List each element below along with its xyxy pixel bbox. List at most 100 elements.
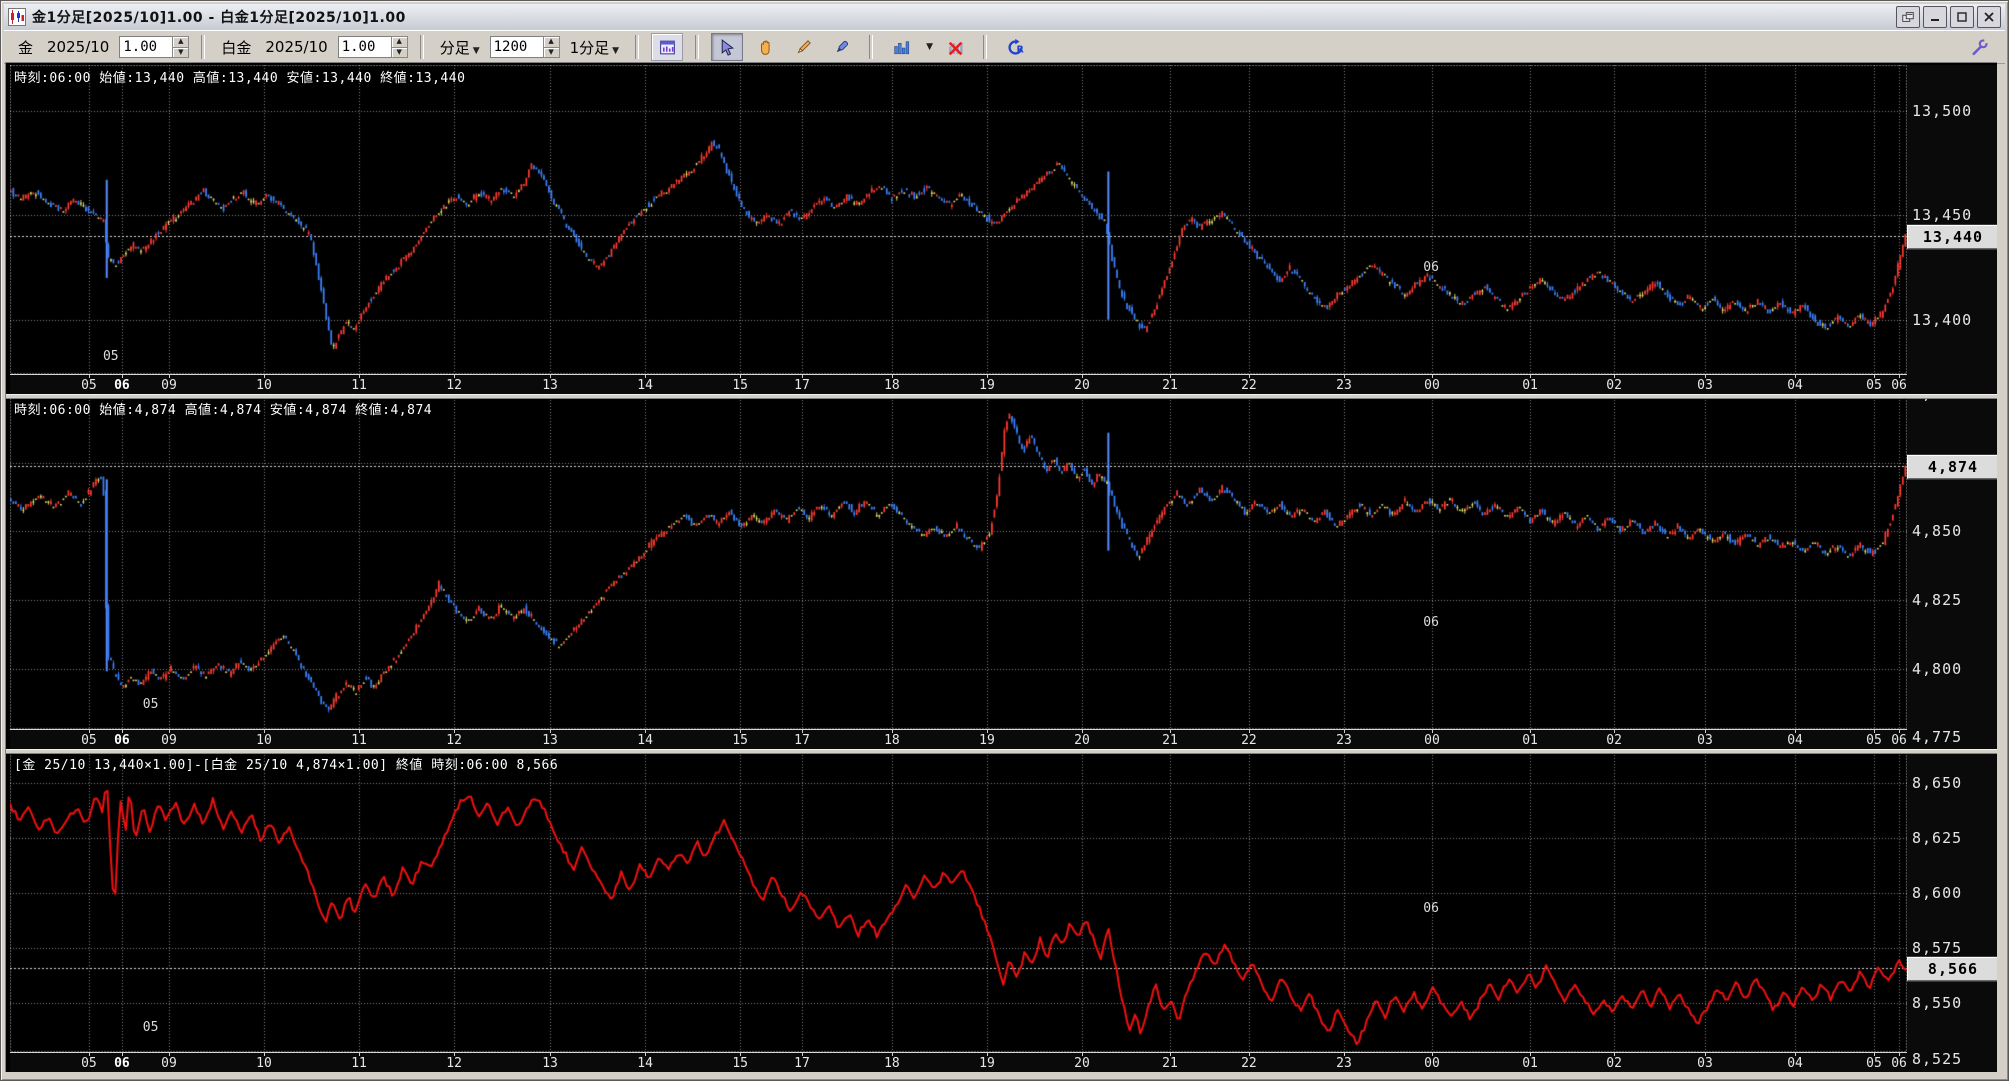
brush-tool-button[interactable]	[825, 33, 857, 61]
time-axis-label: 01	[1522, 1056, 1538, 1071]
hand-icon	[760, 39, 770, 55]
chart-area: 時刻:06:00 始値:13,440 高値:13,440 安値:13,440 終…	[5, 62, 1997, 1072]
close-button[interactable]	[1977, 6, 2001, 28]
time-axis-label: 22	[1241, 1056, 1257, 1071]
price-axis-label: 4,825	[1912, 591, 1963, 610]
time-axis-label: 04	[1787, 1056, 1803, 1071]
pencil-icon	[797, 39, 811, 53]
time-axis-label: 09	[161, 378, 177, 393]
time-axis-label: 19	[979, 1056, 995, 1071]
time-axis-label: 11	[351, 733, 367, 748]
time-axis-label: 10	[256, 1056, 272, 1071]
time-axis-label: 02	[1606, 733, 1622, 748]
gold-multiplier-spinner[interactable]: ▲ ▼	[119, 36, 190, 58]
gold-multiplier-input[interactable]	[119, 36, 173, 58]
bar-count-up[interactable]: ▲	[542, 36, 560, 47]
time-axis-label: 06	[1891, 733, 1907, 748]
gold-multiplier-up[interactable]: ▲	[172, 36, 190, 47]
app-candlestick-icon	[8, 8, 26, 26]
price-axis-label: 8,525	[1912, 1049, 1963, 1068]
reload-button[interactable]: R	[999, 33, 1031, 61]
time-axis-label: 04	[1787, 378, 1803, 393]
separator	[983, 35, 988, 59]
minimize-button[interactable]	[1923, 6, 1947, 28]
platinum-multiplier-down[interactable]: ▼	[390, 46, 408, 58]
separator	[635, 35, 640, 59]
gold-last-price-badge: 13,440	[1907, 225, 1997, 250]
app-window: 金1分足[2025/10]1.00 - 白金1分足[2025/10]1.00 金…	[0, 0, 2009, 1081]
platinum-panel: 時刻:06:00 始値:4,874 高値:4,874 安値:4,874 終値:4…	[6, 397, 1997, 750]
bar-type-dropdown[interactable]: 分足 ▼	[440, 37, 480, 58]
platinum-price-axis: 4,874 4,9004,8754,8504,8254,8004,775	[1907, 397, 1997, 749]
time-axis-label: 09	[161, 1056, 177, 1071]
gold-chart-canvas[interactable]	[10, 65, 1907, 374]
panel-splitter[interactable]	[6, 749, 1997, 754]
spread-panel: [金 25/10 13,440×1.00]-[白金 25/10 4,874×1.…	[6, 752, 1997, 1072]
time-axis-label: 15	[732, 1056, 748, 1071]
time-axis-label: 21	[1162, 733, 1178, 748]
cursor-icon	[721, 38, 734, 56]
bar-count-spinner[interactable]: ▲ ▼	[489, 36, 560, 58]
platinum-chart-canvas[interactable]	[10, 397, 1907, 729]
time-axis-label: 17	[794, 733, 810, 748]
time-axis-label: 18	[884, 1056, 900, 1071]
indicator-dropdown-arrow[interactable]: ▼	[926, 42, 933, 52]
settings-wrench-button[interactable]	[1963, 33, 1995, 61]
time-axis-label: 13	[542, 1056, 558, 1071]
spread-chart-canvas[interactable]	[10, 752, 1907, 1052]
platinum-last-price-badge: 4,874	[1907, 454, 1997, 479]
time-axis-label: 23	[1336, 378, 1352, 393]
bar-count-input[interactable]	[489, 36, 543, 58]
close-icon	[1984, 12, 1994, 22]
indicator-chart-button[interactable]	[885, 33, 917, 61]
platinum-multiplier-spinner[interactable]: ▲ ▼	[337, 36, 408, 58]
time-axis-label: 04	[1787, 733, 1803, 748]
price-axis-label: 4,850	[1912, 522, 1963, 541]
time-axis-label: 00	[1424, 1056, 1440, 1071]
select-tool-button[interactable]	[711, 33, 744, 61]
panel-splitter[interactable]	[6, 394, 1997, 399]
time-axis-label: 18	[884, 378, 900, 393]
gold-multiplier-down[interactable]: ▼	[172, 46, 190, 58]
separator	[419, 35, 424, 59]
price-axis-label: 13,400	[1912, 310, 1973, 329]
time-axis-label: 06	[1891, 378, 1907, 393]
pencil-tool-button[interactable]	[787, 33, 819, 61]
gold-contract-month: 2025/10	[47, 38, 110, 56]
price-axis-label: 8,625	[1912, 829, 1963, 848]
time-axis-label: 20	[1074, 1056, 1090, 1071]
pan-tool-button[interactable]	[749, 33, 781, 61]
time-axis-label: 05	[81, 378, 97, 393]
window-layers-button[interactable]	[1896, 6, 1920, 28]
platinum-contract-month: 2025/10	[265, 38, 328, 56]
platinum-multiplier-input[interactable]	[337, 36, 391, 58]
svg-text:R: R	[1016, 44, 1024, 55]
day-marker-label: 06	[1423, 615, 1439, 630]
brush-icon	[836, 40, 848, 52]
gold-symbol-label: 金	[18, 38, 34, 57]
separator	[695, 35, 700, 59]
time-axis-label: 21	[1162, 378, 1178, 393]
title-bar[interactable]: 金1分足[2025/10]1.00 - 白金1分足[2025/10]1.00	[4, 4, 2005, 31]
chart-setup-button[interactable]	[651, 33, 684, 61]
price-axis-label: 4,775	[1912, 728, 1963, 747]
platinum-ohlc-readout: 時刻:06:00 始値:4,874 高値:4,874 安値:4,874 終値:4…	[14, 403, 433, 418]
time-axis-label: 05	[1866, 378, 1882, 393]
price-axis-label: 13,500	[1912, 101, 1973, 120]
time-axis-label: 20	[1074, 378, 1090, 393]
time-axis-label: 10	[256, 733, 272, 748]
maximize-button[interactable]	[1950, 6, 1974, 28]
time-axis-label: 02	[1606, 378, 1622, 393]
interval-dropdown[interactable]: 1分足 ▼	[570, 37, 619, 58]
price-axis-label: 4,800	[1912, 659, 1963, 678]
time-axis-label: 06	[1891, 1056, 1907, 1071]
time-axis-label: 19	[979, 378, 995, 393]
platinum-multiplier-up[interactable]: ▲	[390, 36, 408, 47]
time-axis-label: 12	[446, 378, 462, 393]
time-axis-label: 02	[1606, 1056, 1622, 1071]
time-axis-label: 05	[1866, 733, 1882, 748]
remove-chart-button[interactable]	[939, 33, 971, 61]
time-axis-label: 03	[1697, 733, 1713, 748]
price-axis-label: 8,550	[1912, 994, 1963, 1013]
bar-count-down[interactable]: ▼	[542, 46, 560, 58]
